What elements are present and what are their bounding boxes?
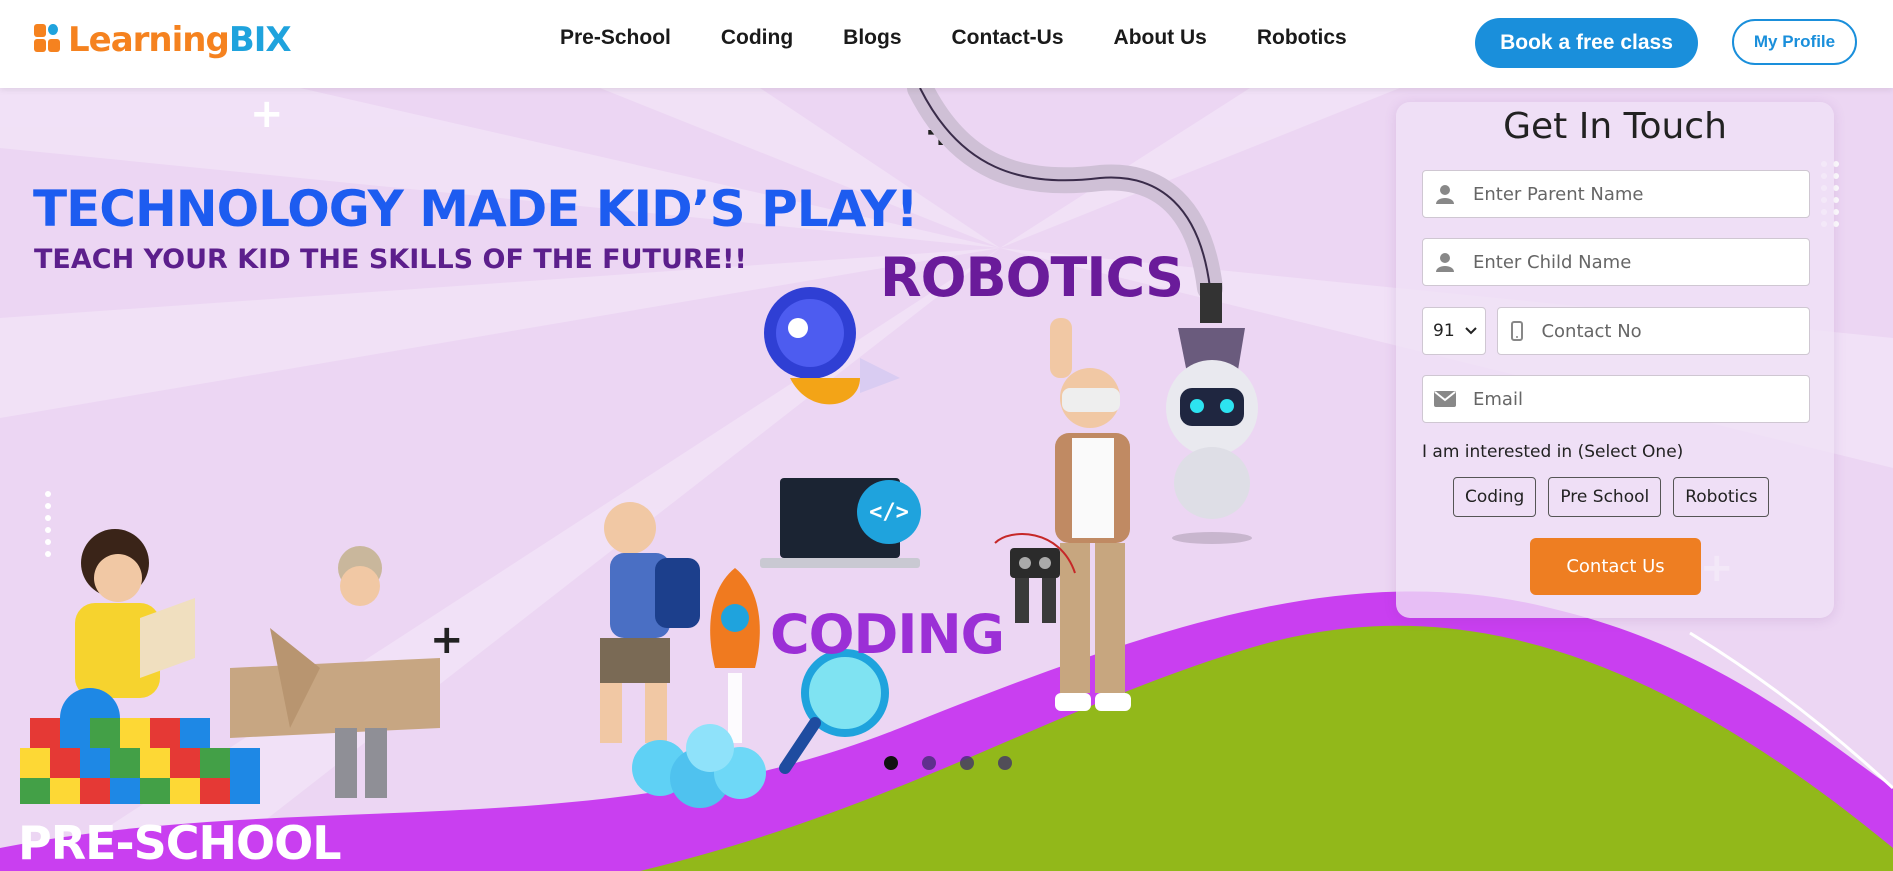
nav-link-coding[interactable]: Coding (721, 26, 793, 50)
nav-link-contact-us[interactable]: Contact-Us (952, 26, 1064, 50)
country-code-value: 91 (1433, 321, 1455, 341)
logo[interactable]: LearningBIX (34, 20, 292, 60)
logo-wordmark: LearningBIX (68, 20, 292, 60)
coding-label: CODING (770, 603, 1005, 666)
logo-text-learning: Learning (68, 20, 230, 60)
parent-name-field[interactable] (1422, 170, 1810, 218)
child-name-input[interactable] (1467, 250, 1787, 274)
interest-label: I am interested in (Select One) (1422, 442, 1684, 462)
code-tag-icon: </> (857, 480, 921, 544)
contact-us-button[interactable]: Contact Us (1530, 538, 1701, 595)
coding-kid-illustration (600, 478, 920, 808)
site-header: LearningBIX Pre-School Coding Blogs Cont… (0, 0, 1893, 88)
logo-icon (34, 24, 62, 56)
nav-link-robotics[interactable]: Robotics (1257, 26, 1347, 50)
nav-link-pre-school[interactable]: Pre-School (560, 26, 671, 50)
nav-link-blogs[interactable]: Blogs (843, 26, 901, 50)
dots-decoration (45, 491, 51, 557)
mascot-robot-illustration (764, 287, 900, 405)
email-input[interactable] (1467, 387, 1787, 411)
chevron-down-icon (1465, 327, 1477, 335)
hero-subtitle: TEACH YOUR KID THE SKILLS OF THE FUTURE!… (34, 244, 747, 275)
country-code-select[interactable]: 91 (1422, 307, 1486, 355)
carousel-dot-2[interactable] (922, 756, 936, 770)
carousel-dot-4[interactable] (998, 756, 1012, 770)
mobile-phone-icon (1498, 321, 1535, 341)
nav-link-about-us[interactable]: About Us (1114, 26, 1207, 50)
child-name-field[interactable] (1422, 238, 1810, 286)
robot-kit-illustration (994, 533, 1076, 623)
carousel-dot-3[interactable] (960, 756, 974, 770)
contact-number-input[interactable] (1535, 319, 1809, 343)
interest-option-robotics[interactable]: Robotics (1673, 477, 1770, 517)
preschool-label: PRE-SCHOOL (18, 816, 342, 870)
plus-decoration: + (250, 91, 284, 137)
user-icon (1423, 252, 1467, 272)
interest-option-pre-school[interactable]: Pre School (1548, 477, 1662, 517)
user-icon (1423, 184, 1467, 204)
form-title: Get In Touch (1503, 106, 1727, 147)
logo-text-bix: BIX (228, 20, 292, 60)
interest-option-coding[interactable]: Coding (1453, 477, 1537, 517)
get-in-touch-form: Get In Touch 91 I am interested in (Sele… (1396, 102, 1834, 618)
carousel-indicators (884, 756, 1012, 770)
my-profile-button[interactable]: My Profile (1732, 19, 1857, 65)
email-field[interactable] (1422, 375, 1810, 423)
book-free-class-button[interactable]: Book a free class (1475, 18, 1698, 68)
parent-name-input[interactable] (1467, 182, 1787, 206)
preschool-kids-illustration (20, 529, 440, 804)
contact-number-field[interactable] (1497, 307, 1810, 355)
main-nav: Pre-School Coding Blogs Contact-Us About… (560, 26, 1347, 50)
envelope-icon (1423, 391, 1467, 407)
interest-options: Coding Pre School Robotics (1453, 477, 1770, 517)
hero-title: TECHNOLOGY MADE KID’S PLAY! (33, 180, 918, 238)
carousel-dot-1[interactable] (884, 756, 898, 770)
